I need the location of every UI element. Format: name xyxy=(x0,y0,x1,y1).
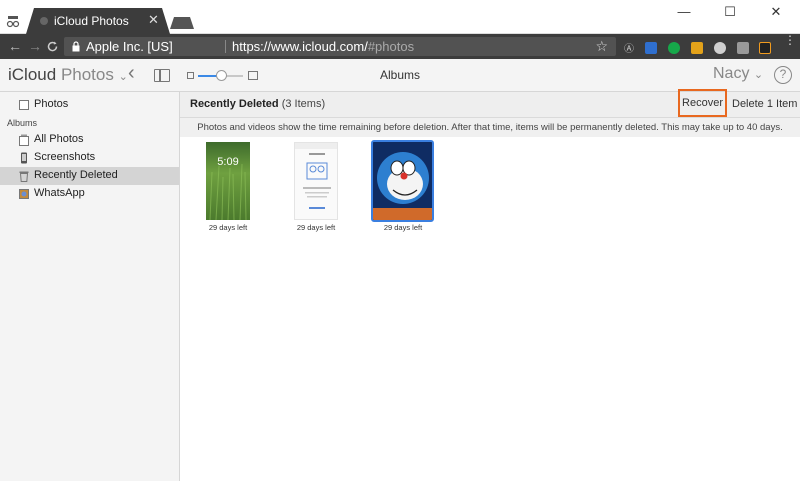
phone-icon xyxy=(21,152,27,164)
brand-name: iCloud xyxy=(8,65,57,84)
doraemon-photo xyxy=(373,142,432,220)
sidebar-item-screenshots[interactable]: Screenshots xyxy=(0,149,179,167)
address-separator xyxy=(225,40,226,53)
puzzle-icon[interactable] xyxy=(691,42,703,54)
help-button[interactable]: ? xyxy=(774,66,792,84)
menu-dots-icon[interactable]: ⋮ xyxy=(784,34,796,50)
shield-icon[interactable] xyxy=(645,42,657,54)
grammarly-icon[interactable] xyxy=(668,42,680,54)
sidebar-item-recently-deleted[interactable]: Recently Deleted xyxy=(0,167,179,185)
site-identity: Apple Inc. [US] xyxy=(86,39,173,54)
tab-favicon-icon xyxy=(40,17,48,25)
album-title-text: Recently Deleted xyxy=(190,98,279,110)
recover-button[interactable]: Recover xyxy=(678,89,727,117)
tab-title: iCloud Photos xyxy=(54,14,129,28)
back-chevron-icon[interactable]: ‹ xyxy=(128,62,135,85)
sidebar-toggle-icon[interactable] xyxy=(154,69,170,82)
url-text: https://www.icloud.com/#photos xyxy=(232,39,414,54)
incognito-icon xyxy=(6,16,20,28)
user-name: Nacy xyxy=(713,65,750,82)
days-left-caption: 29 days left xyxy=(383,223,423,232)
deletion-notice: Photos and videos show the time remainin… xyxy=(180,118,800,137)
sidebar-item-all-photos[interactable]: All Photos xyxy=(0,131,179,149)
delete-button[interactable]: Delete 1 Item xyxy=(732,98,797,110)
sidebar-item-photos[interactable]: Photos xyxy=(0,96,179,114)
albums-header: Albums xyxy=(7,118,38,128)
url-main: https://www.icloud.com/ xyxy=(232,39,368,54)
translate-icon[interactable]: Ⓐ xyxy=(624,40,636,55)
maximize-button[interactable]: ☐ xyxy=(707,4,753,20)
url-hash: #photos xyxy=(367,39,415,54)
image-icon[interactable] xyxy=(737,42,749,54)
app-screenshot-graphic xyxy=(295,143,337,209)
album-header: Recently Deleted (3 Items) Recover Delet… xyxy=(180,89,800,118)
bookmark-star-icon[interactable]: ☆ xyxy=(595,38,608,55)
sidebar-item-label: Photos xyxy=(34,98,69,110)
app-name: Photos xyxy=(60,65,114,84)
sidebar-item-label: WhatsApp xyxy=(34,187,85,199)
back-arrow-icon[interactable]: ← xyxy=(8,38,22,54)
album-title: Recently Deleted (3 Items) xyxy=(190,98,325,110)
days-left-caption: 29 days left xyxy=(296,223,336,232)
zoom-in-icon[interactable] xyxy=(248,71,258,80)
sidebar: Photos Albums All Photos Screenshots Rec… xyxy=(0,92,180,481)
sidebar-item-label: All Photos xyxy=(34,133,84,145)
settings-icon[interactable] xyxy=(714,42,726,54)
user-menu[interactable]: Nacy ⌄ xyxy=(713,65,763,83)
sidebar-item-label: Recently Deleted xyxy=(34,169,118,181)
photos-icon xyxy=(19,100,29,110)
item-count: (3 Items) xyxy=(281,98,326,110)
tab-close-icon[interactable]: ✕ xyxy=(148,12,159,28)
lockscreen-thumbnail: 5:09 xyxy=(206,142,250,220)
minimize-button[interactable]: — xyxy=(661,4,707,19)
photo-thumbnail-selected xyxy=(371,140,434,222)
reload-icon[interactable] xyxy=(46,40,59,53)
forward-arrow-icon[interactable]: → xyxy=(28,38,42,54)
icloud-header: iCloud Photos ⌄ ‹ Albums Nacy ⌄ ? xyxy=(0,59,800,92)
lockscreen-clock: 5:09 xyxy=(217,156,239,168)
chevron-down-icon: ⌄ xyxy=(118,71,128,83)
user-chevron-icon: ⌄ xyxy=(753,69,764,81)
browser-tab-strip: iCloud Photos ✕ — ☐ ✕ xyxy=(0,0,800,34)
whatsapp-album-icon xyxy=(19,189,29,199)
address-bar[interactable]: Apple Inc. [US] https://www.icloud.com/#… xyxy=(64,37,616,56)
sidebar-item-label: Screenshots xyxy=(34,151,96,163)
section-title: Albums xyxy=(379,68,420,82)
trash-icon xyxy=(19,171,29,182)
app-screenshot-thumbnail xyxy=(294,142,338,220)
app-switcher[interactable]: iCloud Photos ⌄ xyxy=(8,65,128,85)
days-left-caption: 29 days left xyxy=(208,223,248,232)
zoom-out-icon[interactable] xyxy=(187,72,194,79)
sidebar-item-whatsapp[interactable]: WhatsApp xyxy=(0,185,179,203)
amazon-icon[interactable] xyxy=(759,42,771,54)
browser-tab[interactable]: iCloud Photos ✕ xyxy=(26,8,170,34)
grass-pattern xyxy=(209,163,247,220)
zoom-slider-knob[interactable] xyxy=(215,70,227,81)
browser-toolbar: ← → Apple Inc. [US] https://www.icloud.c… xyxy=(0,34,800,59)
new-tab-button[interactable] xyxy=(170,17,194,29)
window-close-button[interactable]: ✕ xyxy=(753,4,799,20)
lock-icon xyxy=(72,41,80,52)
photos-stack-icon xyxy=(19,134,29,146)
